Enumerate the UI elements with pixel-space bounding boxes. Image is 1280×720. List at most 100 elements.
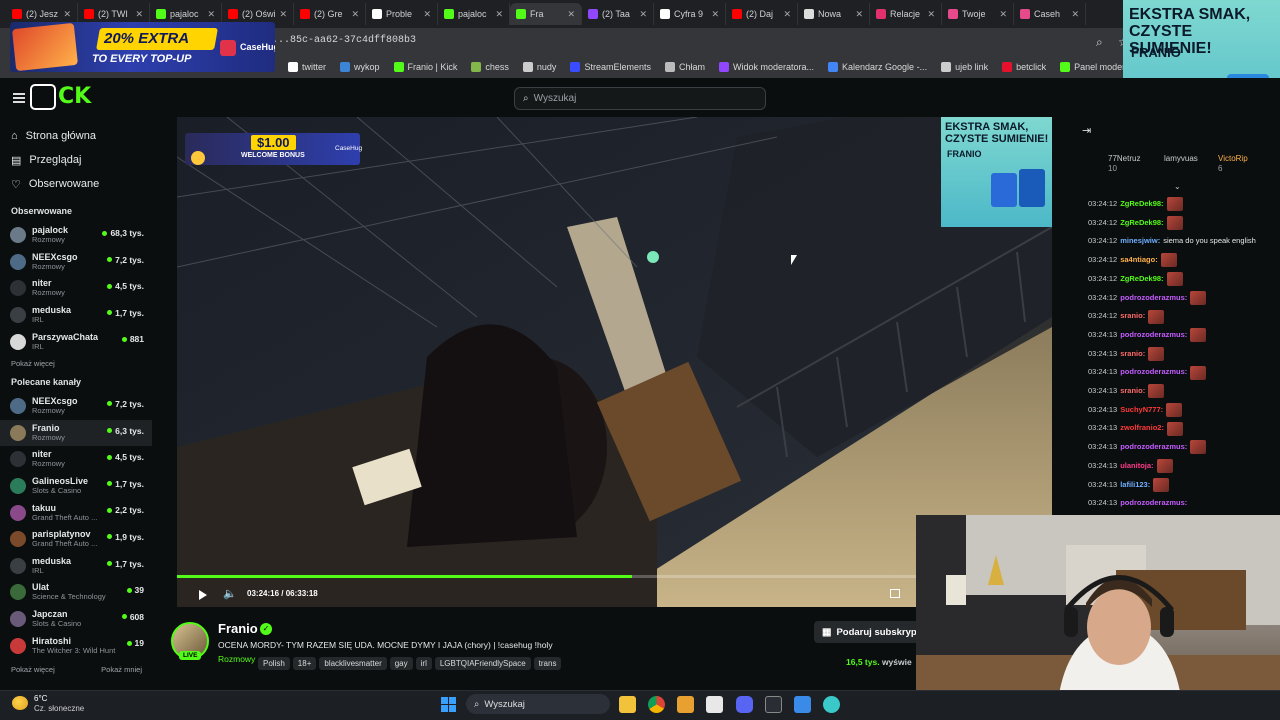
tab-close-icon[interactable]: ✕	[783, 9, 791, 20]
chat-username[interactable]: ZgReDek98:	[1120, 270, 1163, 289]
channel-item[interactable]: NEEXcsgo Rozmowy 7,2 tys.	[0, 249, 152, 276]
chat-username[interactable]: minesjwiw:	[1120, 232, 1160, 251]
stream-tag[interactable]: gay	[389, 657, 413, 670]
bookmark-item[interactable]: Franio | Kick	[393, 61, 457, 72]
browser-tab[interactable]: (2) Daj ✕	[726, 3, 798, 25]
streamer-name[interactable]: Franio	[218, 621, 258, 636]
search-input[interactable]: ⌕ Wyszukaj	[514, 87, 766, 110]
leaderboard-entry[interactable]: lamyvuas	[1164, 154, 1198, 164]
channel-item[interactable]: niter Rozmowy 4,5 tys.	[0, 446, 152, 473]
gift-subscription-button[interactable]: ▦ Podaruj subskryp	[814, 621, 926, 643]
play-icon[interactable]	[199, 590, 207, 600]
chat-username[interactable]: ulanitoja:	[1120, 457, 1153, 476]
tab-close-icon[interactable]: ✕	[280, 9, 288, 20]
channel-item[interactable]: meduska IRL 1,7 tys.	[0, 553, 152, 580]
notepad-icon[interactable]	[794, 696, 811, 713]
tab-close-icon[interactable]: ✕	[927, 9, 935, 20]
menu-icon[interactable]	[13, 93, 25, 103]
bookmark-item[interactable]: betclick	[1002, 61, 1046, 72]
channel-item[interactable]: NEEXcsgo Rozmowy 7,2 tys.	[0, 393, 152, 420]
windows-start-icon[interactable]	[441, 697, 456, 712]
app-icon-4[interactable]	[706, 696, 723, 713]
file-explorer-icon[interactable]	[619, 696, 636, 713]
sidebar-nav-item[interactable]: ⌂ Strona główna	[0, 124, 152, 148]
bookmark-item[interactable]: ujeb link	[941, 61, 988, 72]
kick-logo[interactable]: CK	[30, 84, 96, 110]
browser-tab[interactable]: Cyfra 9 ✕	[654, 3, 726, 25]
tab-close-icon[interactable]: ✕	[423, 9, 431, 20]
collapse-chat-icon[interactable]: ⇥	[1082, 124, 1091, 137]
channel-item[interactable]: Ulat Science & Technology 39	[0, 579, 152, 606]
channel-item[interactable]: Japczan Slots & Casino 608	[0, 606, 152, 633]
stream-tag[interactable]: trans	[533, 657, 562, 670]
weather-temp[interactable]: 6°C	[34, 694, 47, 703]
chat-username[interactable]: podrozoderazmus:	[1120, 494, 1187, 513]
browser-tab[interactable]: Fra ✕	[510, 3, 582, 25]
stream-category[interactable]: Rozmowy	[218, 654, 255, 664]
chat-username[interactable]: podrozoderazmus:	[1120, 289, 1187, 308]
chat-username[interactable]: sranio:	[1120, 345, 1145, 364]
tab-close-icon[interactable]: ✕	[351, 9, 359, 20]
chat-username[interactable]: lafili123:	[1120, 476, 1150, 495]
chat-username[interactable]: sa4ntiago:	[1120, 251, 1158, 270]
channel-item[interactable]: Hiratoshi The Witcher 3: Wild Hunt 19	[0, 632, 152, 659]
app-icon-3[interactable]	[677, 696, 694, 713]
chrome-icon[interactable]	[648, 696, 665, 713]
channel-item[interactable]: parisplatynov Grand Theft Auto ... 1,9 tys…	[0, 526, 152, 553]
bookmark-item[interactable]: twitter	[288, 61, 326, 72]
chat-username[interactable]: sranio:	[1120, 382, 1145, 401]
chat-username[interactable]: podrozoderazmus:	[1120, 363, 1187, 382]
discord-icon[interactable]	[736, 696, 753, 713]
browser-tab[interactable]: (2) Gre ✕	[294, 3, 366, 25]
tab-close-icon[interactable]: ✕	[63, 9, 71, 20]
channel-item[interactable]: meduska IRL 1,7 tys.	[0, 302, 152, 329]
stream-tag[interactable]: irl	[415, 657, 432, 670]
channel-item[interactable]: niter Rozmowy 4,5 tys.	[0, 275, 152, 302]
sidebar-nav-item[interactable]: ▤ Przeglądaj	[0, 148, 152, 172]
channel-item[interactable]: Franio Rozmowy 6,3 tys.	[0, 419, 152, 447]
zoom-icon[interactable]: ⌕	[1096, 35, 1103, 50]
bookmark-item[interactable]: wykop	[340, 61, 380, 72]
tab-close-icon[interactable]: ✕	[567, 9, 575, 20]
stream-tag[interactable]: blacklivesmatter	[319, 657, 387, 670]
casehug-top-ad[interactable]: 20% EXTRA TO EVERY TOP-UP CaseHug	[10, 22, 275, 72]
tab-close-icon[interactable]: ✕	[639, 9, 647, 20]
terminal-icon[interactable]	[765, 696, 782, 713]
bookmark-item[interactable]: nudy	[522, 61, 556, 72]
browser-tab[interactable]: (2) Taa ✕	[582, 3, 654, 25]
tab-close-icon[interactable]: ✕	[855, 9, 863, 20]
chat-username[interactable]: podrozoderazmus:	[1120, 326, 1187, 345]
chat-username[interactable]: ZgReDek98:	[1120, 214, 1163, 233]
tab-close-icon[interactable]: ✕	[711, 9, 719, 20]
show-more-recommended[interactable]: Pokaż więcej	[0, 661, 55, 679]
browser-tab[interactable]: Nowa ✕	[798, 3, 870, 25]
bookmark-item[interactable]: Chłam	[664, 61, 705, 72]
weather-desc[interactable]: Cz. słoneczne	[34, 704, 84, 713]
tab-close-icon[interactable]: ✕	[1071, 9, 1079, 20]
browser-tab[interactable]: Caseh ✕	[1014, 3, 1086, 25]
show-more-followed[interactable]: Pokaż więcej	[0, 355, 152, 373]
bookmark-item[interactable]: StreamElements	[570, 61, 651, 72]
chat-username[interactable]: zwolfranio2:	[1120, 419, 1164, 438]
bookmark-item[interactable]: chess	[471, 61, 509, 72]
app-icon-8[interactable]	[823, 696, 840, 713]
stream-tag[interactable]: 18+	[292, 657, 317, 670]
taskbar-search[interactable]: ⌕ Wyszukaj	[466, 694, 610, 714]
leaderboard-entry[interactable]: 77Netruz 10	[1108, 154, 1140, 174]
channel-item[interactable]: ParszywaChata IRL 881	[0, 328, 152, 355]
chat-username[interactable]: SuchyN777:	[1120, 401, 1163, 420]
sidebar-nav-item[interactable]: ♡ Obserwowane	[0, 172, 152, 196]
weather-icon[interactable]	[12, 696, 28, 710]
browser-tab[interactable]: Twoje ✕	[942, 3, 1014, 25]
tab-close-icon[interactable]: ✕	[495, 9, 503, 20]
fullscreen-icon[interactable]	[890, 589, 900, 598]
tab-close-icon[interactable]: ✕	[207, 9, 215, 20]
tab-close-icon[interactable]: ✕	[999, 9, 1007, 20]
tab-close-icon[interactable]: ✕	[135, 9, 143, 20]
bookmark-item[interactable]: Widok moderatora...	[718, 61, 814, 72]
leaderboard-entry[interactable]: VictoRip 6	[1218, 154, 1248, 174]
bookmark-item[interactable]: Kalendarz Google -...	[828, 61, 927, 72]
browser-tab[interactable]: pajaloc ✕	[438, 3, 510, 25]
channel-item[interactable]: GalineosLive Slots & Casino 1,7 tys.	[0, 473, 152, 500]
browser-tab[interactable]: Relacje ✕	[870, 3, 942, 25]
